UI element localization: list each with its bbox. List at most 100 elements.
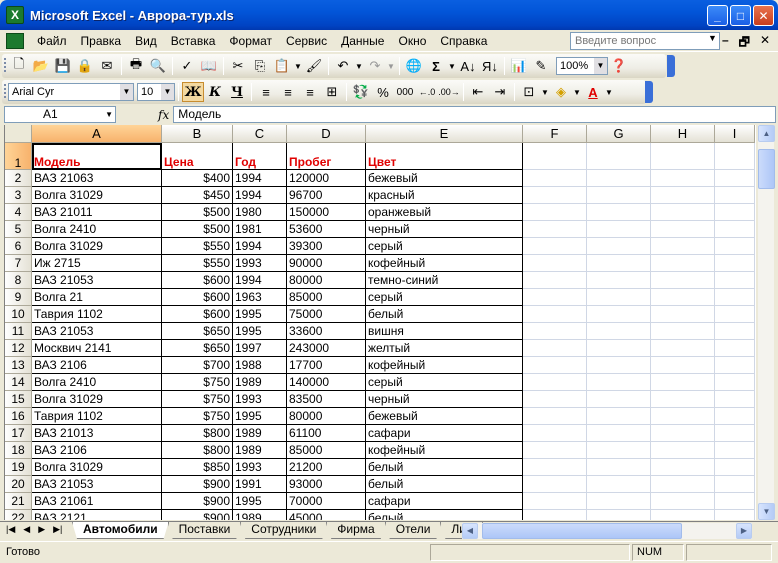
data-cell[interactable]: 1995 xyxy=(233,306,287,323)
next-sheet-icon[interactable]: ▶ xyxy=(38,524,45,535)
undo-dropdown-icon[interactable]: ▼ xyxy=(354,56,364,76)
currency-icon[interactable]: 💱 xyxy=(350,82,372,102)
data-cell[interactable]: вишня xyxy=(366,323,523,340)
menu-item-7[interactable]: Окно xyxy=(391,34,433,48)
data-cell[interactable]: бежевый xyxy=(366,170,523,187)
underline-button[interactable]: Ч xyxy=(226,82,248,102)
data-cell[interactable]: сафари xyxy=(366,425,523,442)
sheet-tab-4[interactable]: Отели xyxy=(385,522,442,539)
chart-wizard-icon[interactable]: 📊 xyxy=(508,56,530,76)
row-header[interactable]: 1 xyxy=(5,143,32,170)
header-cell[interactable]: Цена xyxy=(162,143,233,170)
data-cell[interactable]: 1995 xyxy=(233,408,287,425)
header-cell[interactable]: Год xyxy=(233,143,287,170)
decrease-indent-icon[interactable]: ⇤ xyxy=(467,82,489,102)
row-header[interactable]: 10 xyxy=(5,306,32,323)
data-cell[interactable]: $600 xyxy=(162,272,233,289)
data-cell[interactable] xyxy=(715,170,755,187)
row-header[interactable]: 17 xyxy=(5,425,32,442)
data-cell[interactable]: $800 xyxy=(162,425,233,442)
name-box[interactable]: A1 ▼ xyxy=(4,106,116,123)
data-cell[interactable]: Волга 31029 xyxy=(32,391,162,408)
data-cell[interactable]: 1994 xyxy=(233,170,287,187)
data-cell[interactable] xyxy=(715,289,755,306)
merge-center-icon[interactable]: ⊞ xyxy=(321,82,343,102)
name-box-dropdown-icon[interactable]: ▼ xyxy=(105,107,113,122)
data-cell[interactable] xyxy=(523,306,587,323)
data-cell[interactable]: красный xyxy=(366,187,523,204)
sheet-tab-0[interactable]: Автомобили xyxy=(72,522,169,539)
row-header[interactable]: 5 xyxy=(5,221,32,238)
data-cell[interactable]: белый xyxy=(366,459,523,476)
header-cell[interactable] xyxy=(523,143,587,170)
data-cell[interactable]: 80000 xyxy=(287,408,366,425)
thousands-button[interactable]: 000 xyxy=(394,82,416,102)
data-cell[interactable] xyxy=(715,204,755,221)
data-cell[interactable] xyxy=(715,221,755,238)
data-cell[interactable] xyxy=(587,510,651,520)
data-cell[interactable] xyxy=(651,340,715,357)
font-name-dropdown-icon[interactable]: ▼ xyxy=(120,84,133,100)
align-left-icon[interactable]: ≡ xyxy=(255,82,277,102)
data-cell[interactable]: 96700 xyxy=(287,187,366,204)
insert-function-icon[interactable]: fx xyxy=(158,108,169,122)
data-cell[interactable]: ВАЗ 21053 xyxy=(32,476,162,493)
data-cell[interactable]: ВАЗ 2106 xyxy=(32,357,162,374)
data-cell[interactable] xyxy=(587,289,651,306)
fill-color-icon[interactable]: ◈ xyxy=(550,82,572,102)
data-cell[interactable]: $550 xyxy=(162,238,233,255)
save-icon[interactable]: 💾 xyxy=(52,56,74,76)
data-cell[interactable] xyxy=(587,357,651,374)
data-cell[interactable]: 80000 xyxy=(287,272,366,289)
data-cell[interactable]: 243000 xyxy=(287,340,366,357)
data-cell[interactable]: 83500 xyxy=(287,391,366,408)
data-cell[interactable] xyxy=(651,170,715,187)
data-cell[interactable]: черный xyxy=(366,221,523,238)
data-cell[interactable] xyxy=(651,493,715,510)
font-size-dropdown-icon[interactable]: ▼ xyxy=(161,84,174,100)
first-sheet-icon[interactable]: |◀ xyxy=(6,524,15,535)
data-cell[interactable]: Волга 2410 xyxy=(32,374,162,391)
data-cell[interactable] xyxy=(523,493,587,510)
data-cell[interactable] xyxy=(587,493,651,510)
horizontal-scrollbar[interactable]: ◀ ▶ xyxy=(462,523,752,539)
data-cell[interactable]: Волга 31029 xyxy=(32,238,162,255)
sheet-tab-2[interactable]: Сотрудники xyxy=(240,522,327,539)
row-header[interactable]: 21 xyxy=(5,493,32,510)
font-name-select[interactable]: Arial Cyr ▼ xyxy=(8,83,134,101)
fill-color-dropdown-icon[interactable]: ▼ xyxy=(572,82,582,102)
row-header[interactable]: 18 xyxy=(5,442,32,459)
formatting-options-chevron[interactable] xyxy=(645,81,653,103)
header-cell[interactable]: Цвет xyxy=(366,143,523,170)
help-icon[interactable]: ❓ xyxy=(608,56,630,76)
data-cell[interactable]: белый xyxy=(366,510,523,520)
print-icon[interactable]: 🖶 xyxy=(125,56,147,76)
data-cell[interactable]: 93000 xyxy=(287,476,366,493)
data-cell[interactable] xyxy=(651,306,715,323)
data-cell[interactable]: желтый xyxy=(366,340,523,357)
menu-item-8[interactable]: Справка xyxy=(433,34,494,48)
cut-icon[interactable]: ✂ xyxy=(227,56,249,76)
decrease-decimal-icon[interactable]: .00→ xyxy=(438,82,460,102)
menu-item-3[interactable]: Вставка xyxy=(164,34,223,48)
data-cell[interactable] xyxy=(651,221,715,238)
drawing-icon[interactable]: ✎ xyxy=(530,56,552,76)
data-cell[interactable]: 1989 xyxy=(233,374,287,391)
data-cell[interactable]: 1993 xyxy=(233,459,287,476)
data-cell[interactable] xyxy=(587,187,651,204)
row-header[interactable]: 13 xyxy=(5,357,32,374)
menu-item-6[interactable]: Данные xyxy=(334,34,391,48)
data-cell[interactable]: 1994 xyxy=(233,187,287,204)
print-preview-icon[interactable]: 🔍 xyxy=(147,56,169,76)
menu-item-4[interactable]: Формат xyxy=(222,34,279,48)
data-cell[interactable]: бежевый xyxy=(366,408,523,425)
data-cell[interactable]: ВАЗ 21053 xyxy=(32,272,162,289)
column-header-f[interactable]: F xyxy=(523,125,587,143)
data-cell[interactable]: Иж 2715 xyxy=(32,255,162,272)
data-cell[interactable] xyxy=(523,459,587,476)
row-header[interactable]: 3 xyxy=(5,187,32,204)
data-cell[interactable] xyxy=(715,442,755,459)
data-cell[interactable] xyxy=(715,459,755,476)
data-cell[interactable] xyxy=(651,323,715,340)
data-cell[interactable]: ВАЗ 21013 xyxy=(32,425,162,442)
